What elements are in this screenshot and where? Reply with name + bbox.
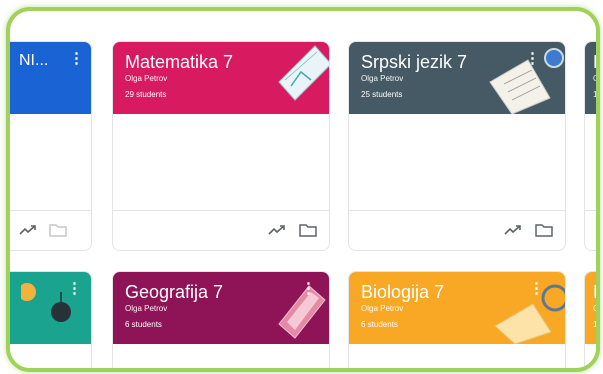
student-count: 25 students	[361, 90, 403, 99]
teacher-name: Ol	[593, 74, 600, 83]
folder-icon[interactable]	[299, 223, 317, 237]
trending-up-icon[interactable]	[19, 223, 37, 237]
class-title[interactable]: N	[593, 282, 596, 303]
teacher-name: Olga Petrov	[125, 74, 168, 83]
class-title[interactable]: Srpski jezik 7	[361, 52, 467, 73]
student-count: 6 students	[125, 320, 162, 329]
card-banner: N Ol 1	[585, 272, 600, 344]
more-vert-icon[interactable]: ⋮	[69, 50, 84, 68]
teacher-name: Olga Petrov	[125, 304, 168, 313]
card-banner: F Ol 16	[585, 42, 600, 114]
student-count: 1	[593, 320, 598, 329]
card-banner: Biologija 7 Olga Petrov 6 students ⋮	[349, 272, 565, 344]
card-banner: Matematika 7 Olga Petrov 29 students	[113, 42, 329, 114]
student-count: 16	[593, 90, 598, 99]
class-title[interactable]: Biologija 7	[361, 282, 444, 303]
magnifier-illustration	[494, 284, 565, 344]
class-card-matematika[interactable]: Matematika 7 Olga Petrov 29 students	[112, 41, 330, 251]
folder-icon[interactable]	[535, 223, 553, 237]
teacher-name: Olga Petrov	[361, 304, 404, 313]
class-card-teal[interactable]: ⋮	[10, 271, 92, 368]
student-count: 6 students	[361, 320, 398, 329]
card-footer	[585, 210, 596, 250]
class-title[interactable]: NI...	[19, 52, 48, 70]
more-vert-icon[interactable]: ⋮	[525, 50, 540, 68]
teacher-name: Olga Petrov	[361, 74, 404, 83]
class-card-geografija[interactable]: Geografija 7 Olga Petrov 6 students ⋮	[112, 271, 330, 368]
teacher-name: Ol	[593, 304, 600, 313]
class-card-ni[interactable]: NI... ⋮	[10, 41, 92, 251]
class-card-srpski-jezik[interactable]: Srpski jezik 7 Olga Petrov 25 students ⋮	[348, 41, 566, 251]
trending-up-icon[interactable]	[504, 223, 522, 237]
more-vert-icon[interactable]: ⋮	[529, 280, 544, 298]
folder-icon[interactable]	[49, 223, 67, 237]
more-vert-icon[interactable]: ⋮	[67, 280, 82, 298]
class-card-biologija[interactable]: Biologija 7 Olga Petrov 6 students ⋮	[348, 271, 566, 368]
card-banner: ⋮	[10, 272, 91, 344]
card-footer	[349, 210, 565, 250]
class-card-f[interactable]: F Ol 16	[584, 41, 600, 251]
card-banner: NI... ⋮	[10, 42, 91, 114]
trending-up-icon[interactable]	[268, 223, 286, 237]
class-title[interactable]: Geografija 7	[125, 282, 223, 303]
card-banner: Geografija 7 Olga Petrov 6 students ⋮	[113, 272, 329, 344]
highlight-frame: NI... ⋮ Matematika 7 Olga Petrov 29 stud…	[6, 7, 600, 372]
class-title[interactable]: F	[593, 52, 596, 73]
more-vert-icon[interactable]: ⋮	[301, 280, 316, 298]
card-banner: Srpski jezik 7 Olga Petrov 25 students ⋮	[349, 42, 565, 114]
card-footer	[113, 210, 329, 250]
card-footer	[10, 210, 91, 250]
student-count: 29 students	[125, 90, 167, 99]
class-card-n[interactable]: N Ol 1	[584, 271, 600, 368]
class-title[interactable]: Matematika 7	[125, 52, 233, 73]
more-vert-icon[interactable]	[307, 48, 321, 66]
